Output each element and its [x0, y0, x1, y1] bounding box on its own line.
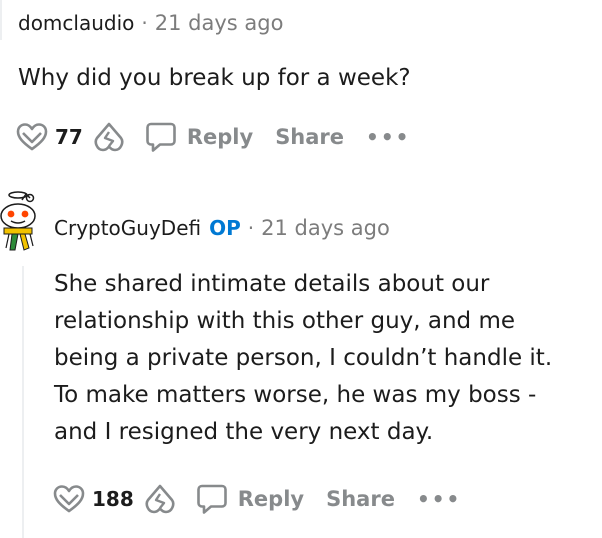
comment-actions: 77 Reply Share ••• [16, 121, 410, 153]
comment-header: CryptoGuyDefi OP · 21 days ago [54, 216, 390, 240]
comment-header: domclaudio · 21 days ago [18, 11, 283, 35]
reply-button[interactable]: Reply [196, 483, 304, 515]
snoo-avatar-icon[interactable] [0, 190, 42, 256]
ellipsis-icon[interactable]: ••• [417, 487, 461, 511]
vote-count: 188 [92, 487, 134, 511]
comment-timestamp[interactable]: 21 days ago [155, 11, 284, 35]
ellipsis-icon[interactable]: ••• [366, 125, 410, 149]
comment-body: She shared intimate details about our re… [54, 266, 602, 451]
vote-count: 77 [55, 125, 83, 149]
comment-author[interactable]: domclaudio [18, 11, 134, 35]
reply-button[interactable]: Reply [145, 121, 253, 153]
comment-timestamp[interactable]: 21 days ago [261, 216, 390, 240]
reply-label: Reply [186, 125, 254, 149]
meta-separator: · [141, 11, 148, 35]
speech-bubble-icon [145, 121, 177, 153]
heart-upvote-icon[interactable] [16, 122, 48, 152]
op-badge: OP [209, 216, 241, 240]
meta-separator: · [247, 216, 255, 240]
share-button[interactable]: Share [275, 125, 344, 149]
comment-body-line: being a private person, I couldn’t handl… [54, 345, 553, 371]
comment-body-line: relationship with this other guy, and me [54, 308, 516, 334]
broken-heart-downvote-icon[interactable] [144, 483, 176, 515]
comment-author[interactable]: CryptoGuyDefi [54, 216, 201, 240]
share-button[interactable]: Share [326, 487, 395, 511]
reply-label: Reply [237, 487, 305, 511]
broken-heart-downvote-icon[interactable] [93, 121, 125, 153]
comment-body-line: To make matters worse, he was my boss - [54, 382, 537, 408]
heart-upvote-icon[interactable] [53, 484, 85, 514]
comment-actions: 188 Reply Share ••• [53, 483, 461, 515]
speech-bubble-icon [196, 483, 228, 515]
comment-body-line: She shared intimate details about our [54, 271, 490, 297]
thread-line[interactable] [22, 266, 24, 538]
thread-line[interactable] [0, 0, 2, 40]
comment-body-line: and I resigned the very next day. [54, 419, 434, 445]
comment-body: Why did you break up for a week? [18, 65, 411, 91]
